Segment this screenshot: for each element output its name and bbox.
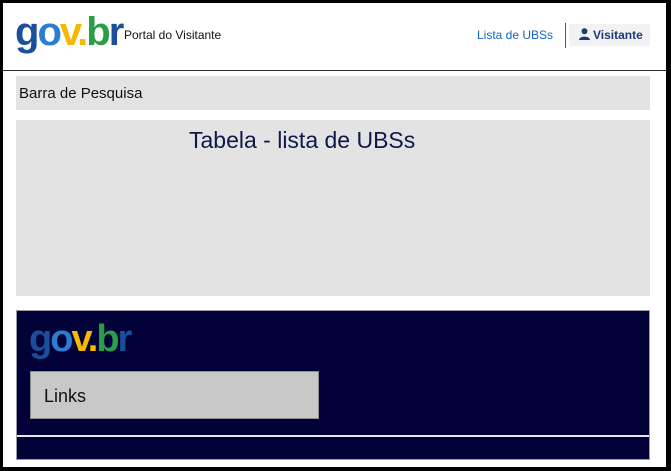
logo-letter-o: o: [37, 10, 61, 54]
logo-letter-r: r: [117, 318, 133, 360]
nav-divider: [565, 23, 566, 48]
portal-title: Portal do Visitante: [124, 28, 222, 42]
ubs-table-placeholder: Tabela - lista de UBSs: [16, 120, 650, 296]
logo-letter-v: v: [71, 318, 89, 360]
logo-dot: .: [77, 10, 88, 54]
search-bar-label: Barra de Pesquisa: [19, 85, 143, 102]
gov-br-logo[interactable]: gov.br: [15, 9, 125, 55]
footer-links-label: Links: [44, 386, 87, 406]
table-label: Tabela - lista de UBSs: [189, 127, 416, 153]
header: gov.br Portal do Visitante Lista de UBSs…: [3, 3, 666, 71]
footer-gov-br-logo: gov.br: [29, 317, 133, 361]
user-icon: [579, 28, 590, 43]
nav-link-lista-ubs[interactable]: Lista de UBSs: [477, 28, 553, 42]
footer-divider: [17, 435, 649, 437]
logo-letter-b: b: [96, 318, 119, 360]
logo-letter-v: v: [59, 10, 79, 54]
visitor-user-button[interactable]: Visitante: [569, 24, 650, 46]
search-bar[interactable]: Barra de Pesquisa: [16, 76, 650, 110]
page-frame: gov.br Portal do Visitante Lista de UBSs…: [3, 3, 666, 467]
logo-letter-g: g: [15, 10, 39, 54]
logo-letter-g: g: [29, 318, 52, 360]
footer-links-box[interactable]: Links: [30, 371, 319, 419]
logo-letter-r: r: [108, 10, 125, 54]
user-label: Visitante: [593, 28, 643, 42]
logo-letter-b: b: [86, 10, 110, 54]
logo-letter-o: o: [50, 318, 73, 360]
footer: gov.br Links: [16, 310, 650, 460]
